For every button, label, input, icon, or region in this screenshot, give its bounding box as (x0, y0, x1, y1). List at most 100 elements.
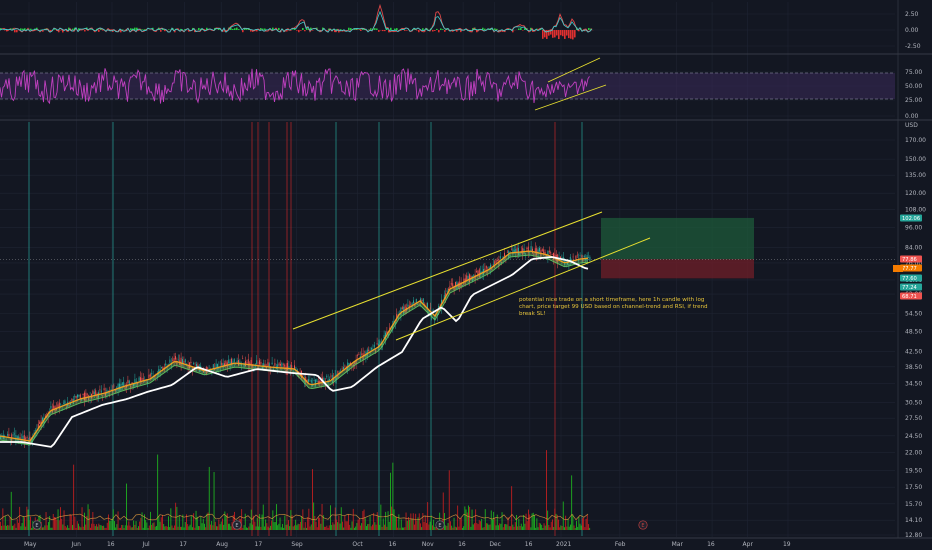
candle-body (95, 390, 97, 395)
volume-bar (361, 523, 363, 530)
volume-bar (494, 518, 496, 530)
candle-body (271, 362, 273, 365)
candle-body (190, 361, 192, 364)
volume-bar (374, 522, 376, 530)
macd-histogram-bar (394, 28, 396, 30)
volume-bar (256, 517, 258, 530)
macd-histogram-bar (304, 30, 306, 32)
volume-bar (478, 520, 480, 530)
volume-bar (579, 523, 581, 530)
volume-bar (358, 518, 360, 530)
candle-body (78, 394, 80, 397)
volume-bar (564, 527, 565, 530)
candle-body (53, 405, 55, 409)
volume-bar (453, 517, 455, 530)
volume-bar (84, 512, 85, 530)
volume-bar (397, 527, 399, 530)
time-axis-tick: 16 (707, 541, 715, 548)
volume-bar (513, 526, 515, 530)
volume-bar (163, 523, 165, 530)
volume-bar (362, 511, 364, 530)
volume-bar (424, 515, 426, 530)
volume-bar (211, 520, 213, 530)
candle-body (103, 388, 105, 391)
candle-body (8, 433, 10, 437)
volume-bar (130, 527, 132, 530)
volume-bar (354, 527, 355, 530)
stock-chart[interactable]: potential nice trade on a short timefram… (0, 0, 932, 550)
volume-bar (570, 524, 571, 530)
volume-bar (355, 526, 357, 530)
volume-bar (536, 518, 538, 530)
candle-body (82, 393, 84, 396)
candle-body (473, 274, 475, 276)
volume-bar (255, 526, 257, 530)
volume-bar (433, 519, 435, 530)
volume-bar (434, 526, 436, 530)
volume-bar (349, 524, 351, 530)
volume-bar (97, 526, 99, 530)
candle-body (497, 260, 498, 261)
volume-bar (292, 526, 294, 530)
macd-histogram-bar (390, 27, 392, 30)
volume-bar (496, 514, 498, 530)
volume-bar (160, 517, 162, 530)
candle-body (401, 307, 403, 310)
volume-bar (174, 525, 175, 530)
candle-body (74, 396, 76, 397)
macd-histogram-bar (72, 28, 74, 30)
candle-body (310, 379, 312, 383)
candle-body (236, 360, 238, 363)
volume-bar (104, 527, 106, 530)
price-tag-label: 77.60 (902, 276, 917, 282)
volume-bar (79, 526, 81, 530)
volume-bar (517, 526, 519, 530)
volume-bar (460, 517, 462, 530)
volume-bar (254, 521, 256, 530)
price-tag-label: 102.06 (902, 216, 920, 222)
volume-bar (42, 527, 43, 530)
macd-histogram-bar (350, 28, 352, 30)
volume-bar (261, 514, 263, 530)
volume-bar (384, 524, 385, 530)
macd-histogram-bar (138, 30, 140, 31)
candle-body (177, 359, 179, 361)
time-axis-tick: Jul (141, 541, 150, 548)
candle-body (550, 252, 552, 254)
volume-bar (372, 524, 373, 530)
volume-bar (301, 516, 303, 530)
volume-bar (30, 516, 31, 530)
volume-bar (274, 521, 276, 530)
macd-histogram-bar (570, 30, 572, 39)
volume-bar (246, 527, 247, 530)
volume-bar (326, 525, 328, 530)
volume-bar (380, 504, 382, 530)
volume-bar (184, 521, 186, 530)
volume-bar (298, 524, 300, 530)
volume-bar (66, 527, 67, 530)
volume-bar (403, 527, 405, 530)
volume-bar (475, 509, 477, 530)
volume-bar (75, 527, 77, 530)
volume-bar (266, 523, 268, 530)
volume-bar (90, 527, 91, 530)
candle-body (233, 359, 235, 362)
volume-bar (555, 513, 557, 530)
macd-histogram-bar (562, 30, 564, 37)
volume-bar (387, 511, 389, 530)
volume-bar (529, 514, 531, 530)
volume-bar (396, 516, 397, 530)
volume-bar (477, 524, 479, 530)
candle-body (572, 256, 574, 258)
volume-bar (399, 527, 401, 530)
volume-bar (188, 526, 190, 530)
volume-bar (252, 524, 253, 530)
volume-bar (544, 525, 546, 530)
macd-histogram-bar (494, 28, 496, 30)
volume-bar (151, 524, 153, 530)
volume-bar (262, 504, 264, 530)
volume-bar (159, 521, 161, 530)
volume-bar (258, 526, 259, 530)
volume-bar (152, 523, 154, 530)
volume-bar (405, 512, 407, 530)
